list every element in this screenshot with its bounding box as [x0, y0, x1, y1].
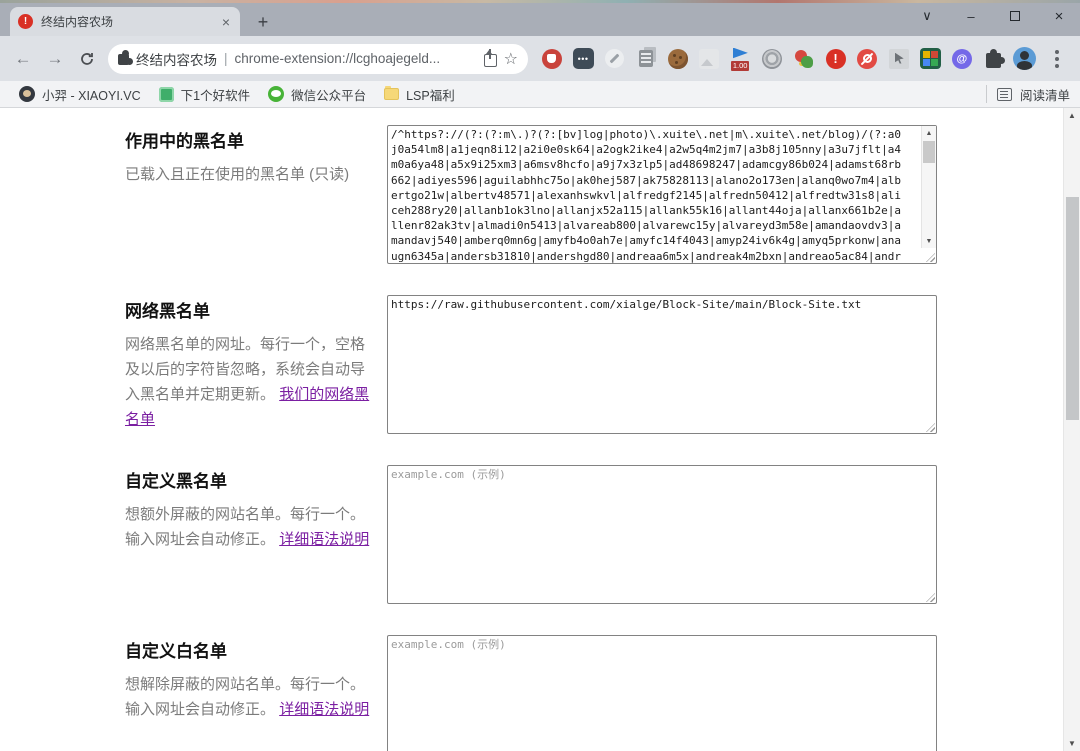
puzzle-icon [118, 54, 129, 65]
section-description: 网络黑名单的网址。每行一个，空格及以后的字符皆忽略，系统会自动导入黑名单并定期更… [125, 332, 375, 432]
section-title: 自定义白名单 [125, 637, 375, 662]
page-scrollbar[interactable]: ▲ ▼ [1063, 108, 1080, 751]
cookie-icon[interactable] [664, 45, 691, 72]
flag-badge-icon[interactable]: 1.00 [727, 45, 754, 72]
minimize-button[interactable]: – [956, 9, 986, 24]
bookmark-label: 微信公众平台 [291, 85, 366, 104]
bookmark-item-wechat[interactable]: 微信公众平台 [259, 81, 375, 107]
back-button[interactable]: ← [8, 44, 38, 74]
reading-list-button[interactable]: 阅读清单 [986, 85, 1070, 103]
reading-list-icon [997, 88, 1012, 101]
emblem-icon[interactable] [759, 45, 786, 72]
active-blacklist-textarea[interactable]: /^https?://(?:(?:m\.)?(?:[bv]log|photo)\… [387, 125, 937, 264]
maximize-icon [1010, 11, 1020, 21]
custom-blacklist-textarea[interactable] [387, 465, 937, 604]
dots-card-icon[interactable]: ••• [570, 45, 597, 72]
browser-tab[interactable]: ! 终结内容农场 × [10, 7, 240, 36]
extension-favicon-icon: ! [18, 14, 33, 29]
window-titlebar: ! 终结内容农场 × + ∨ – × [0, 0, 1080, 36]
custom-whitelist-textarea[interactable] [387, 635, 937, 751]
bookmark-star-icon[interactable]: ☆ [504, 49, 518, 69]
pen-icon[interactable] [601, 45, 628, 72]
extensions-puzzle-icon[interactable] [980, 45, 1007, 72]
scroll-down-icon[interactable]: ▼ [922, 234, 936, 248]
letters-grid-icon[interactable] [917, 45, 944, 72]
page-scroll-up-icon[interactable]: ▲ [1064, 108, 1080, 123]
section-web-blacklist: 网络黑名单 网络黑名单的网址。每行一个，空格及以后的字符皆忽略，系统会自动导入黑… [125, 295, 1080, 434]
bookmark-folder-icon [384, 88, 399, 100]
window-chevron-icon[interactable]: ∨ [912, 8, 942, 24]
reading-list-label: 阅读清单 [1020, 85, 1070, 104]
window-controls: ∨ – × [912, 2, 1074, 30]
syntax-help-link[interactable]: 详细语法说明 [279, 531, 369, 548]
cursor-icon[interactable] [885, 45, 912, 72]
section-custom-whitelist: 自定义白名单 想解除屏蔽的网站名单。每行一个。输入网址会自动修正。 详细语法说明 [125, 635, 1080, 751]
bookmark-label: LSP福利 [406, 85, 455, 104]
address-url: chrome-extension://lcghoajegeld... [235, 51, 441, 66]
copy-pages-icon[interactable] [633, 45, 660, 72]
section-custom-blacklist: 自定义黑名单 想额外屏蔽的网站名单。每行一个。输入网址会自动修正。 详细语法说明 [125, 465, 1080, 604]
section-description: 想额外屏蔽的网站名单。每行一个。输入网址会自动修正。 详细语法说明 [125, 502, 375, 552]
section-title: 自定义黑名单 [125, 467, 375, 492]
scroll-up-icon[interactable]: ▲ [922, 126, 936, 140]
forward-button[interactable]: → [40, 44, 70, 74]
flag-badge: 1.00 [731, 61, 750, 71]
reload-button[interactable] [72, 44, 102, 74]
scrollbar-thumb[interactable] [923, 141, 935, 163]
new-tab-button[interactable]: + [250, 9, 276, 35]
section-description: 已载入且正在使用的黑名单 (只读) [125, 162, 375, 187]
bookmark-label: 小羿 - XIAOYI.VC [42, 85, 141, 104]
textarea-scrollbar[interactable]: ▲ ▼ [921, 126, 936, 248]
section-description: 想解除屏蔽的网站名单。每行一个。输入网址会自动修正。 详细语法说明 [125, 672, 375, 722]
eye-off-icon[interactable] [854, 45, 881, 72]
bookmark-label: 下1个好软件 [181, 85, 250, 104]
spiral-icon[interactable]: @ [948, 45, 975, 72]
bookmark-wechat-icon [268, 86, 284, 102]
bookmark-green-app-icon [159, 87, 174, 102]
close-button[interactable]: × [1044, 8, 1074, 25]
address-site-label: 终结内容农场 [136, 49, 217, 69]
reload-icon [79, 51, 95, 67]
bookmarks-bar: 小羿 - XIAOYI.VC 下1个好软件 微信公众平台 LSP福利 阅读清单 [0, 81, 1080, 108]
bookmark-item-xiaoyi[interactable]: 小羿 - XIAOYI.VC [10, 81, 150, 107]
parrot-icon[interactable] [791, 45, 818, 72]
page-scroll-down-icon[interactable]: ▼ [1064, 736, 1080, 751]
syntax-help-link[interactable]: 详细语法说明 [279, 701, 369, 718]
kebab-menu-icon[interactable] [1043, 45, 1070, 72]
tab-title: 终结内容农场 [41, 13, 212, 30]
options-page: 作用中的黑名单 已载入且正在使用的黑名单 (只读) /^https?://(?:… [0, 108, 1080, 751]
page-scrollbar-thumb[interactable] [1066, 197, 1079, 420]
section-title: 网络黑名单 [125, 297, 375, 322]
bookmark-item-software[interactable]: 下1个好软件 [150, 81, 259, 107]
bookmark-item-lsp[interactable]: LSP福利 [375, 81, 464, 107]
share-icon[interactable] [484, 54, 497, 67]
image-placeholder-icon[interactable] [696, 45, 723, 72]
address-text: 终结内容农场 | chrome-extension://lcghoajegeld… [136, 49, 477, 69]
adblock-hand-icon[interactable] [538, 45, 565, 72]
web-blacklist-textarea[interactable]: https://raw.githubusercontent.com/xialge… [387, 295, 937, 434]
content-farm-terminator-icon[interactable]: ! [822, 45, 849, 72]
section-title: 作用中的黑名单 [125, 127, 375, 152]
address-bar[interactable]: 终结内容农场 | chrome-extension://lcghoajegeld… [108, 44, 528, 74]
section-active-blacklist: 作用中的黑名单 已载入且正在使用的黑名单 (只读) /^https?://(?:… [125, 125, 1080, 264]
browser-toolbar: ← → 终结内容农场 | chrome-extension://lcghoaje… [0, 36, 1080, 81]
bookmark-avatar-icon [19, 86, 35, 102]
maximize-button[interactable] [1000, 11, 1030, 21]
extension-icons: ••• 1.00 ! @ [536, 45, 1072, 72]
tab-close-icon[interactable]: × [220, 14, 232, 30]
address-separator: | [224, 51, 228, 66]
profile-avatar[interactable] [1011, 45, 1038, 72]
